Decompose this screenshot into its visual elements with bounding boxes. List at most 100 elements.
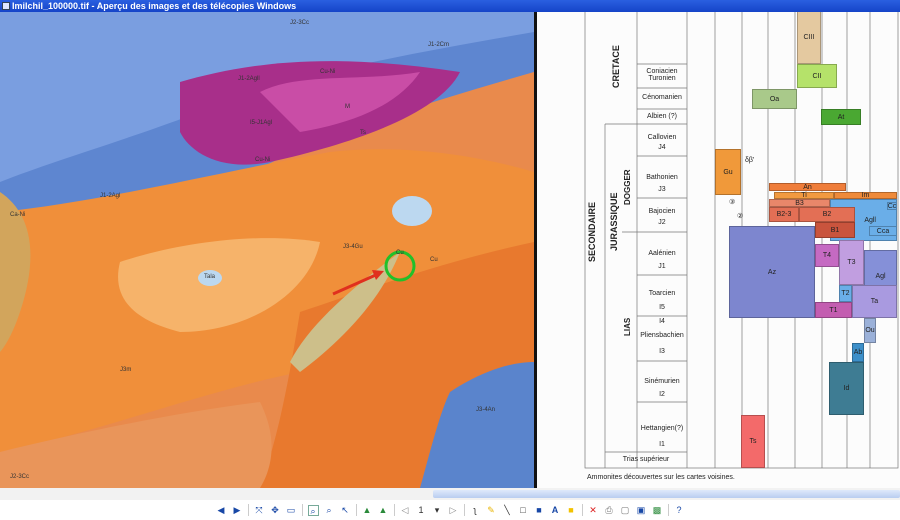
stratigraphic-chart: SECONDAIRE CRETACE JURASSIQUE DOGGER LIA… — [537, 10, 900, 488]
delete-icon[interactable]: ✕ — [588, 505, 599, 516]
map-label: Cu-Ni — [255, 157, 271, 163]
unit-block: Ou — [864, 318, 876, 343]
unit-block: CIII — [797, 10, 821, 64]
slideshow-icon[interactable]: ▭ — [286, 505, 297, 516]
map-label: Cu — [430, 257, 438, 263]
copy-icon[interactable]: ▢ — [620, 505, 631, 516]
unit-block: Ti — [774, 192, 834, 199]
page-number[interactable]: 1 — [416, 505, 427, 516]
rotate-counterclockwise-icon[interactable]: ▲ — [378, 505, 389, 516]
map-drawing — [0, 12, 534, 488]
app-icon — [2, 2, 10, 10]
footnote: Ammonites découvertes sur les cartes voi… — [587, 474, 735, 481]
stage-label: Cénomanien — [642, 94, 682, 101]
map-label: Cu-Ni — [320, 69, 336, 75]
unit-block: T3 — [839, 240, 864, 285]
stage-label: Sinémurien — [644, 378, 680, 385]
best-fit-icon[interactable]: ⤧ — [254, 505, 265, 516]
system-label: CRETACE — [611, 45, 621, 89]
marker: ② — [737, 213, 744, 220]
window-title: Imilchil_100000.tif - Aperçu des images … — [12, 1, 297, 11]
filled-rectangle-icon[interactable]: ■ — [534, 505, 545, 516]
map-label: Ca-Ni — [10, 212, 26, 218]
system-label: JURASSIQUE — [609, 192, 619, 252]
stage-label: Bajocien — [648, 208, 676, 215]
stage-code: J2 — [658, 219, 666, 226]
stage-label: Hettangien(?) — [640, 425, 684, 432]
unit-block: B2 — [799, 207, 855, 222]
stage-label: Callovien — [647, 134, 677, 141]
zoom-in-icon[interactable]: ⌕ — [307, 504, 319, 516]
stage-code: J1 — [658, 263, 666, 270]
stage-code: I1 — [659, 441, 665, 448]
unit-block: B3 — [769, 199, 830, 207]
map-label: J1-2Agl — [100, 193, 121, 199]
map-label: Tala — [204, 274, 216, 280]
unit-block: Ts — [741, 415, 765, 468]
map-label: J3m — [120, 367, 132, 373]
rotate-clockwise-icon[interactable]: ▲ — [362, 505, 373, 516]
era-label: SECONDAIRE — [587, 202, 597, 263]
stage-code: I5 — [659, 304, 665, 311]
unit-block: Gu — [715, 149, 741, 195]
toolbar: ◀ ▶ ⤧ ✥ ▭ ⌕ ⌕ ↖ ▲ ▲ ◁ 1 ▾ ▷ ʅ ✎ ╲ □ ■ A … — [0, 500, 900, 520]
unit-block: CII — [797, 64, 837, 88]
unit-block: B1 — [815, 222, 855, 238]
chevron-down-icon[interactable]: ▾ — [432, 505, 443, 516]
text-icon[interactable]: A — [550, 505, 561, 516]
map-label: J2-3Cc — [10, 474, 30, 480]
marker: ③ — [729, 199, 736, 206]
map-label: I5-J1Agl — [250, 120, 273, 126]
map-label: J3-4An — [476, 407, 496, 413]
stage-code: I4 — [659, 318, 665, 325]
series-label: LIAS — [623, 317, 632, 337]
pen-icon[interactable]: ʅ — [470, 505, 481, 516]
scrollbar-thumb[interactable] — [433, 490, 900, 498]
unit-block: Cc — [887, 202, 897, 210]
stage-code: J4 — [658, 144, 666, 151]
marker: δβ' — [745, 157, 755, 164]
geological-map-image[interactable]: J2-3Cc J1-2Cm J1-2Agll Cu-Ni Ts M I5-J1A… — [0, 12, 534, 488]
unit-block: B2-3 — [769, 207, 799, 222]
unit-block: T4 — [815, 244, 839, 267]
line-icon[interactable]: ╲ — [502, 505, 513, 516]
map-label: J3-4Gu — [343, 244, 363, 250]
stage-code: I2 — [659, 391, 665, 398]
next-image-icon[interactable]: ▶ — [232, 505, 243, 516]
help-icon[interactable]: ? — [674, 505, 685, 516]
edit-icon[interactable]: ▩ — [652, 505, 663, 516]
next-page-icon[interactable]: ▷ — [448, 505, 459, 516]
map-label: J1-2Agll — [238, 76, 260, 82]
unit-block: Az — [729, 226, 815, 318]
stage-label: Pliensbachien — [640, 332, 684, 339]
unit-block: Ta — [852, 285, 897, 318]
unit-block: Ab — [852, 343, 864, 362]
stage-label: Toarcien — [648, 290, 676, 297]
zoom-out-icon[interactable]: ⌕ — [324, 505, 335, 516]
unit-block: Im — [834, 192, 897, 199]
print-icon[interactable]: ⎙ — [604, 505, 615, 516]
map-label: J2-3Cc — [290, 20, 310, 26]
actual-size-icon[interactable]: ✥ — [270, 505, 281, 516]
highlighter-icon[interactable]: ✎ — [486, 505, 497, 516]
unit-block: T1 — [815, 302, 852, 318]
stage-label: Albien (?) — [647, 113, 677, 120]
rectangle-icon[interactable]: □ — [518, 505, 529, 516]
unit-block: Oa — [752, 89, 797, 109]
unit-block: Cca — [869, 226, 897, 236]
stage-label: Coniacien Turonien — [646, 68, 678, 82]
previous-image-icon[interactable]: ◀ — [216, 505, 227, 516]
map-label: M — [345, 104, 350, 110]
map-label: J1-2Cm — [428, 42, 450, 48]
note-icon[interactable]: ■ — [566, 505, 577, 516]
save-icon[interactable]: ▣ — [636, 505, 647, 516]
stage-label: Trias supérieur — [622, 456, 670, 463]
previous-page-icon[interactable]: ◁ — [400, 505, 411, 516]
stage-code: I3 — [659, 348, 665, 355]
stage-label: Aalénien — [648, 250, 676, 257]
title-bar: Imilchil_100000.tif - Aperçu des images … — [0, 0, 900, 12]
stage-code: J3 — [658, 186, 666, 193]
map-label: Cu — [396, 250, 404, 256]
select-icon[interactable]: ↖ — [340, 505, 351, 516]
map-label: Ts — [360, 130, 366, 136]
